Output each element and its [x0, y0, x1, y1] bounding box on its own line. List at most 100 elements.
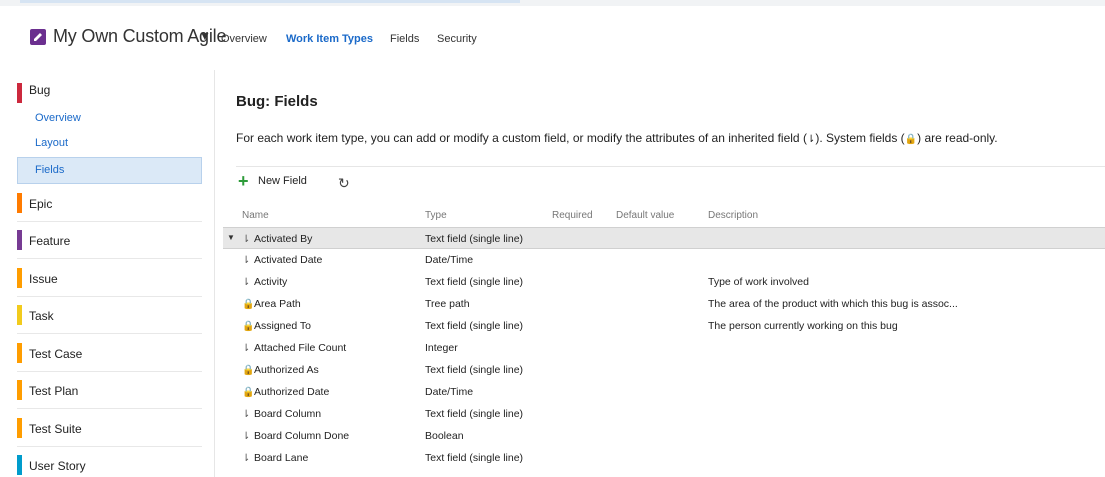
tab-fields[interactable]: Fields	[390, 33, 419, 45]
tab-work-item-types[interactable]: Work Item Types	[286, 33, 373, 45]
table-row[interactable]: 🔒Authorized Date Date/Time	[223, 381, 1105, 403]
field-type: Date/Time	[425, 254, 474, 266]
inherited-icon: ⇂	[242, 431, 251, 442]
table-row[interactable]: ⇂ Activity Text field (single line) Type …	[223, 271, 1105, 293]
sidebar-sub-fields[interactable]: Fields	[17, 157, 202, 184]
column-header-description[interactable]: Description	[708, 210, 758, 221]
field-name: 🔒Authorized Date	[242, 386, 329, 398]
table-row[interactable]: ⇂ Attached File Count Integer	[223, 337, 1105, 359]
field-type: Boolean	[425, 430, 464, 442]
description-text: ). System fields (	[815, 131, 905, 145]
column-header-type[interactable]: Type	[425, 210, 447, 221]
field-name: 🔒Authorized As	[242, 364, 319, 376]
table-row[interactable]: 🔒Area Path Tree path The area of the pro…	[223, 293, 1105, 315]
table-row[interactable]: ⇂ Board Lane Text field (single line)	[223, 447, 1105, 469]
chevron-down-icon[interactable]: ▼	[227, 233, 235, 242]
new-field-button[interactable]: + New Field	[238, 171, 307, 191]
field-name-text: Attached File Count	[254, 342, 347, 354]
field-name-text: Area Path	[254, 298, 301, 310]
sidebar-sub-label: Fields	[35, 164, 65, 176]
field-type: Text field (single line)	[425, 452, 524, 464]
table-row[interactable]: ▼ ⇂ Activated By Text field (single line)	[223, 227, 1105, 249]
field-name-text: Board Column Done	[254, 430, 350, 442]
field-name: 🔒Area Path	[242, 298, 301, 310]
sidebar-item-label: User Story	[29, 459, 86, 473]
field-type: Text field (single line)	[425, 364, 524, 376]
description-text: ) are read-only.	[917, 131, 998, 145]
field-type: Date/Time	[425, 386, 474, 398]
lock-icon: 🔒	[242, 365, 255, 376]
tab-overview[interactable]: Overview	[221, 33, 267, 45]
top-strip-accent	[20, 0, 520, 3]
field-name: ⇂ Board Column Done	[242, 430, 349, 442]
new-field-label: New Field	[258, 175, 307, 187]
field-name: ⇂ Activated Date	[242, 254, 322, 266]
sidebar-item-task[interactable]: Task	[17, 298, 202, 334]
field-type: Text field (single line)	[425, 408, 524, 420]
table-row[interactable]: ⇂ Board Column Text field (single line)	[223, 403, 1105, 425]
field-name: 🔒Assigned To	[242, 320, 311, 332]
chevron-down-icon[interactable]: ▼	[199, 29, 211, 43]
field-description: The area of the product with which this …	[708, 298, 958, 310]
sidebar-item-label: Test Plan	[29, 384, 79, 398]
bug-color-bar	[17, 83, 22, 103]
table-row[interactable]: 🔒Assigned To Text field (single line) Th…	[223, 315, 1105, 337]
field-type: Tree path	[425, 298, 470, 310]
sidebar-item-bug[interactable]: Bug	[17, 76, 202, 112]
table-row[interactable]: ⇂ Board Column Done Boolean	[223, 425, 1105, 447]
sidebar-sub-overview[interactable]: Overview	[35, 112, 81, 124]
field-name-text: Board Column	[254, 408, 322, 420]
field-name-text: Authorized As	[254, 364, 319, 376]
table-row[interactable]: ⇂ Activated Date Date/Time	[223, 249, 1105, 271]
plus-icon: +	[238, 171, 249, 191]
field-name: ⇂ Activated By	[242, 233, 312, 245]
field-type: Text field (single line)	[425, 233, 524, 245]
sidebar-item-test-case[interactable]: Test Case	[17, 336, 202, 372]
inherited-icon: ⇂	[242, 255, 251, 266]
column-header-default-value[interactable]: Default value	[616, 210, 674, 221]
epic-color-bar	[17, 193, 22, 213]
task-color-bar	[17, 305, 22, 325]
sidebar-item-label: Bug	[29, 83, 51, 97]
field-type: Text field (single line)	[425, 276, 524, 288]
field-description: Type of work involved	[708, 276, 809, 288]
feature-color-bar	[17, 230, 22, 250]
inherited-icon: ⇂	[242, 234, 251, 245]
sidebar-item-test-plan[interactable]: Test Plan	[17, 373, 202, 409]
field-name-text: Board Lane	[254, 452, 309, 464]
lock-icon: 🔒	[242, 299, 255, 310]
table-row[interactable]: 🔒Authorized As Text field (single line)	[223, 359, 1105, 381]
process-icon	[30, 29, 46, 45]
sidebar-item-feature[interactable]: Feature	[17, 223, 202, 259]
lock-icon: 🔒	[242, 321, 255, 332]
field-type: Integer	[425, 342, 458, 354]
column-header-name[interactable]: Name	[242, 210, 269, 221]
inherited-icon: ⇂	[242, 277, 251, 288]
test-suite-color-bar	[17, 418, 22, 438]
sidebar-item-label: Test Case	[29, 347, 83, 361]
inherited-icon: ⇂	[242, 453, 251, 464]
sidebar-item-issue[interactable]: Issue	[17, 261, 202, 297]
column-header-required[interactable]: Required	[552, 210, 593, 221]
sidebar-sub-layout[interactable]: Layout	[35, 137, 68, 149]
field-type: Text field (single line)	[425, 320, 524, 332]
field-name: ⇂ Activity	[242, 276, 287, 288]
test-plan-color-bar	[17, 380, 22, 400]
toolbar-divider	[236, 166, 1105, 167]
tab-security[interactable]: Security	[437, 33, 477, 45]
page-title: Bug: Fields	[236, 93, 318, 110]
field-name: ⇂ Attached File Count	[242, 342, 346, 354]
field-name-text: Assigned To	[254, 320, 312, 332]
sidebar-item-label: Issue	[29, 272, 58, 286]
lock-icon: 🔒	[904, 134, 918, 145]
user-story-color-bar	[17, 455, 22, 475]
sidebar-item-label: Epic	[29, 197, 53, 211]
sidebar-item-user-story[interactable]: User Story	[17, 448, 202, 477]
refresh-icon[interactable]: ↻	[338, 175, 350, 192]
sidebar-item-epic[interactable]: Epic	[17, 186, 202, 222]
inherited-icon: ⇂	[242, 409, 251, 420]
field-description: The person currently working on this bug	[708, 320, 898, 332]
sidebar-item-test-suite[interactable]: Test Suite	[17, 411, 202, 447]
field-name-text: Activity	[254, 276, 288, 288]
sidebar-item-label: Test Suite	[29, 422, 82, 436]
